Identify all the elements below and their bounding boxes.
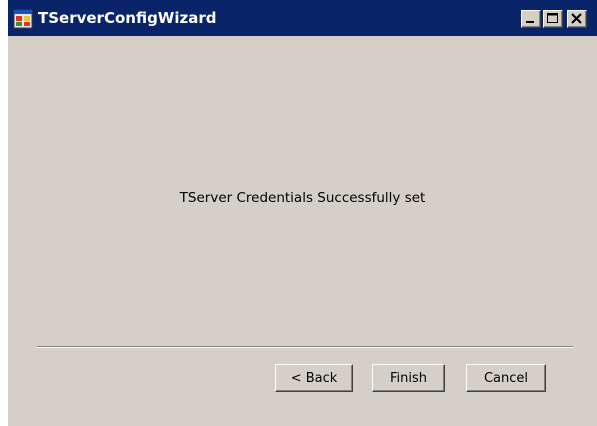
app-window-icon: [13, 9, 33, 29]
maximize-button[interactable]: [543, 10, 563, 28]
maximize-icon: [547, 13, 558, 23]
title-bar[interactable]: TServerConfigWizard: [8, 0, 597, 36]
back-button[interactable]: < Back: [275, 364, 353, 392]
finish-button[interactable]: Finish: [372, 364, 445, 392]
close-button[interactable]: [567, 10, 587, 28]
button-separator: [37, 346, 573, 348]
minimize-button[interactable]: [521, 10, 541, 28]
minimize-icon: [526, 21, 534, 23]
close-icon: [571, 13, 582, 24]
window-title: TServerConfigWizard: [38, 9, 217, 27]
status-message: TServer Credentials Successfully set: [179, 190, 426, 206]
wizard-window: TServerConfigWizard TServer Credentials …: [8, 0, 597, 426]
cancel-button[interactable]: Cancel: [466, 364, 546, 392]
